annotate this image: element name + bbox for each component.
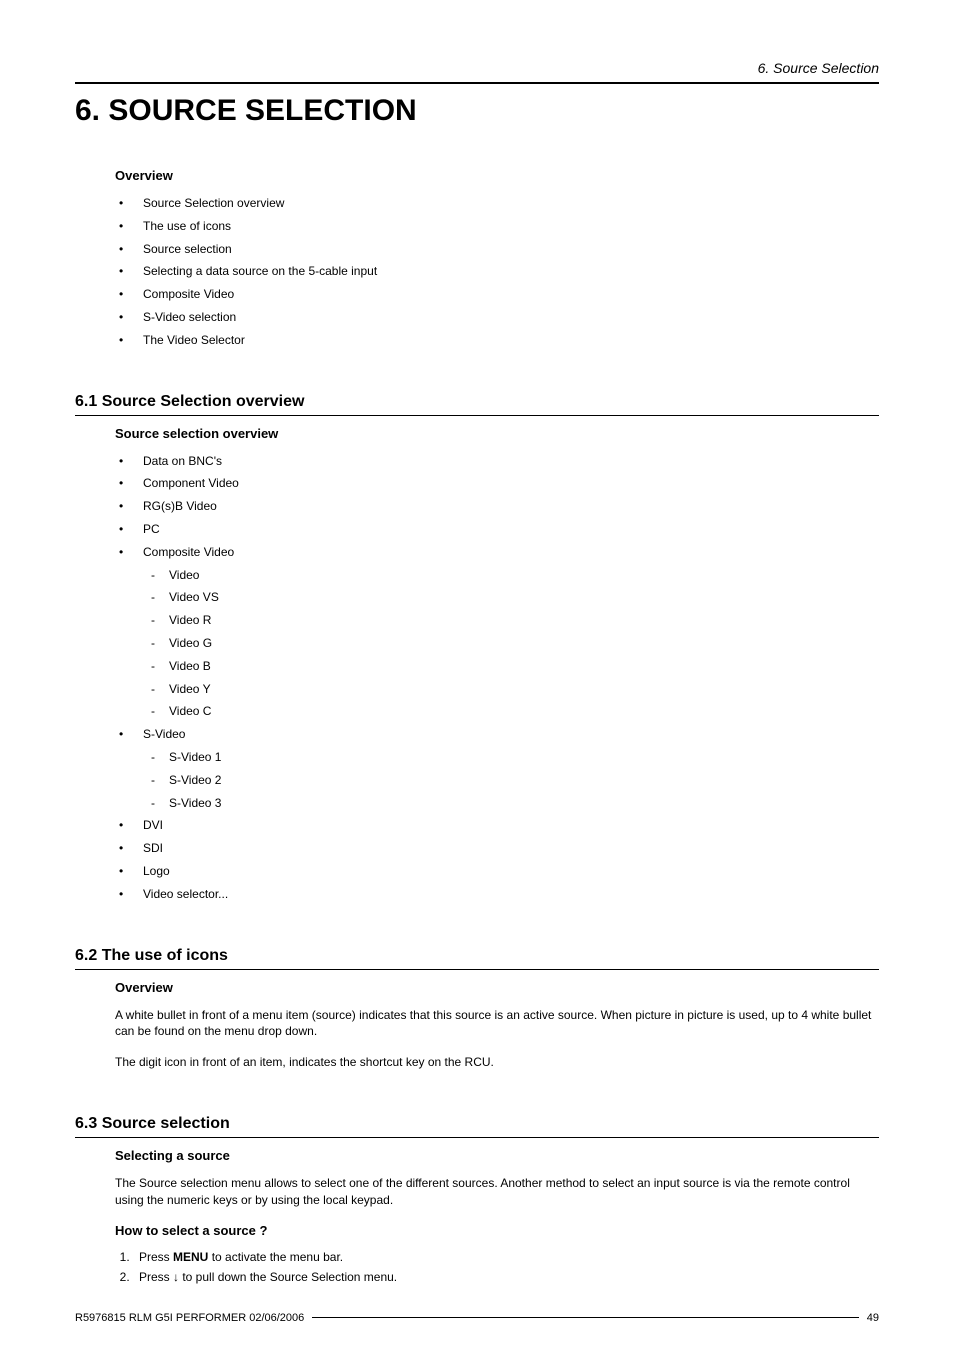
list-item: Source selection: [115, 241, 879, 258]
footer-page-number: 49: [867, 1312, 879, 1324]
list-item: Video B: [143, 658, 879, 675]
step-item: Press MENU to activate the menu bar.: [133, 1250, 879, 1264]
sub-list: S-Video 1 S-Video 2 S-Video 3: [143, 749, 879, 811]
section-6-2-subheading: Overview: [115, 980, 879, 995]
list-item-label: S-Video: [143, 727, 185, 741]
list-item: Video VS: [143, 589, 879, 606]
overview-list: Source Selection overview The use of ico…: [115, 195, 879, 349]
step-prefix: Press: [139, 1250, 173, 1264]
section-rule: [75, 969, 879, 970]
footer-left: R5976815 RLM G5I PERFORMER 02/06/2006: [75, 1312, 304, 1324]
list-item: Video C: [143, 703, 879, 720]
list-item: S-Video 2: [143, 772, 879, 789]
list-item: Composite Video Video Video VS Video R V…: [115, 544, 879, 720]
section-6-3-heading: 6.3 Source selection: [75, 1115, 879, 1133]
list-item: Logo: [115, 863, 879, 880]
steps-list: Press MENU to activate the menu bar. Pre…: [115, 1250, 879, 1284]
section-rule: [75, 415, 879, 416]
chapter-title: 6. SOURCE SELECTION: [75, 94, 879, 128]
running-header: 6. Source Selection: [75, 60, 879, 76]
step-bold: MENU: [173, 1250, 208, 1264]
list-item: Selecting a data source on the 5-cable i…: [115, 263, 879, 280]
header-rule: [75, 82, 879, 84]
list-item: SDI: [115, 840, 879, 857]
footer-rule: [312, 1317, 858, 1318]
list-item: S-Video S-Video 1 S-Video 2 S-Video 3: [115, 726, 879, 811]
list-item: S-Video selection: [115, 309, 879, 326]
list-item: Video: [143, 567, 879, 584]
list-item: PC: [115, 521, 879, 538]
section-6-2-heading: 6.2 The use of icons: [75, 947, 879, 965]
list-item: DVI: [115, 817, 879, 834]
step-item: Press ↓ to pull down the Source Selectio…: [133, 1270, 879, 1284]
list-item: The Video Selector: [115, 332, 879, 349]
page-footer: R5976815 RLM G5I PERFORMER 02/06/2006 49: [75, 1312, 879, 1324]
section-6-1-heading: 6.1 Source Selection overview: [75, 393, 879, 411]
section-6-1-subheading: Source selection overview: [115, 426, 879, 441]
section-6-3-subheading-2: How to select a source ?: [115, 1223, 879, 1238]
sub-list: Video Video VS Video R Video G Video B V…: [143, 567, 879, 721]
section-rule: [75, 1137, 879, 1138]
list-item: S-Video 1: [143, 749, 879, 766]
overview-heading: Overview: [115, 168, 879, 183]
list-item: Data on BNC's: [115, 453, 879, 470]
step-suffix: to activate the menu bar.: [208, 1250, 343, 1264]
paragraph: A white bullet in front of a menu item (…: [115, 1007, 879, 1041]
list-item: Video Y: [143, 681, 879, 698]
list-item: Composite Video: [115, 286, 879, 303]
source-list: Data on BNC's Component Video RG(s)B Vid…: [115, 453, 879, 903]
list-item: Video G: [143, 635, 879, 652]
list-item-label: Composite Video: [143, 545, 234, 559]
list-item: Source Selection overview: [115, 195, 879, 212]
list-item: Component Video: [115, 475, 879, 492]
list-item: Video R: [143, 612, 879, 629]
list-item: The use of icons: [115, 218, 879, 235]
list-item: S-Video 3: [143, 795, 879, 812]
list-item: RG(s)B Video: [115, 498, 879, 515]
list-item: Video selector...: [115, 886, 879, 903]
paragraph: The Source selection menu allows to sele…: [115, 1175, 879, 1209]
paragraph: The digit icon in front of an item, indi…: [115, 1054, 879, 1071]
section-6-3-subheading-1: Selecting a source: [115, 1148, 879, 1163]
